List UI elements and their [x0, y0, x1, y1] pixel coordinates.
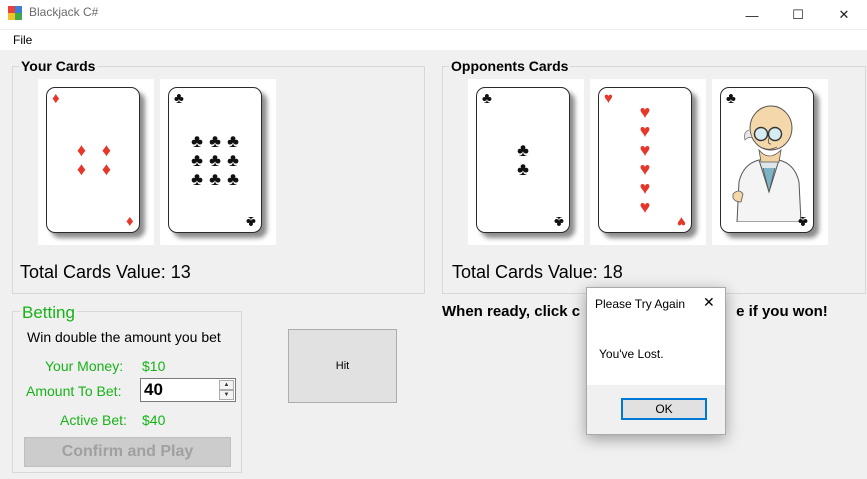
opponent-total-value: Total Cards Value: 18	[452, 262, 623, 282]
menu-file[interactable]: File	[13, 33, 32, 47]
ready-text-end: e if you won!	[736, 303, 828, 320]
club-icon: ♣	[554, 213, 564, 230]
opponent-card-1: ♣ ♣ ♣ ♣	[468, 79, 584, 245]
club-icon: ♣	[246, 213, 256, 230]
spin-down-icon[interactable]: ▼	[219, 390, 234, 400]
heart-icon: ♥	[604, 90, 613, 107]
ok-button[interactable]: OK	[621, 398, 707, 420]
your-money-label: Your Money:	[45, 358, 124, 374]
club-icon: ♣	[174, 90, 184, 107]
amount-to-bet-label: Amount To Bet:	[26, 383, 122, 399]
active-bet-label: Active Bet:	[60, 412, 127, 428]
close-button[interactable]: ✕	[821, 0, 867, 30]
message-dialog: Please Try Again ✕ You've Lost. OK	[586, 287, 726, 435]
maximize-button[interactable]: ☐	[775, 0, 821, 30]
diamond-icon: ♦	[126, 213, 134, 230]
diamond-icon: ♦	[52, 90, 60, 107]
dialog-footer: OK	[587, 385, 725, 434]
face-card-illustration	[732, 105, 802, 222]
club-icon: ♣	[482, 90, 492, 107]
player-card-1: ♦ ♦ ♦ ♦ ♦ ♦	[38, 79, 154, 245]
spin-up-icon[interactable]: ▲	[219, 380, 234, 390]
hit-button[interactable]: Hit	[288, 329, 397, 403]
app-icon	[8, 6, 22, 20]
player-card-2: ♣ ♣ ♣ ♣ ♣ ♣ ♣ ♣ ♣ ♣ ♣	[160, 79, 276, 245]
club-icon: ♣	[798, 213, 808, 230]
ready-text-start: When ready, click c	[442, 303, 581, 320]
card-pips: ♦ ♦ ♦ ♦	[76, 140, 112, 179]
minimize-button[interactable]: —	[729, 0, 775, 30]
dialog-close-icon[interactable]: ✕	[703, 294, 715, 311]
betting-subtitle: Win double the amount you bet	[27, 329, 221, 345]
dialog-title: Please Try Again	[595, 297, 686, 311]
your-total-value: Total Cards Value: 13	[20, 262, 191, 282]
opponent-cards-title: Opponents Cards	[449, 58, 571, 74]
opponent-card-2: ♥ ♥ ♥ ♥ ♥ ♥ ♥ ♥	[590, 79, 706, 245]
card-pips: ♥ ♥ ♥ ♥ ♥ ♥	[639, 102, 651, 217]
your-money-value: $10	[142, 358, 166, 374]
bet-amount-value[interactable]: 40	[144, 380, 163, 400]
opponent-card-3: ♣ ♣	[712, 79, 828, 245]
heart-icon: ♥	[677, 213, 686, 230]
betting-title: Betting	[20, 303, 77, 323]
your-cards-title: Your Cards	[19, 58, 98, 74]
card-pips: ♣ ♣ ♣ ♣ ♣ ♣ ♣ ♣ ♣	[191, 130, 239, 189]
active-bet-value: $40	[142, 412, 166, 428]
title-bar: Blackjack C# — ☐ ✕	[0, 0, 867, 30]
dialog-message: You've Lost.	[599, 347, 664, 361]
confirm-and-play-button[interactable]: Confirm and Play	[24, 437, 231, 467]
window-title: Blackjack C#	[29, 5, 99, 19]
card-pips: ♣ ♣	[517, 140, 529, 179]
menu-bar: File	[0, 30, 867, 50]
bet-amount-stepper[interactable]: 40 ▲ ▼	[140, 378, 236, 402]
